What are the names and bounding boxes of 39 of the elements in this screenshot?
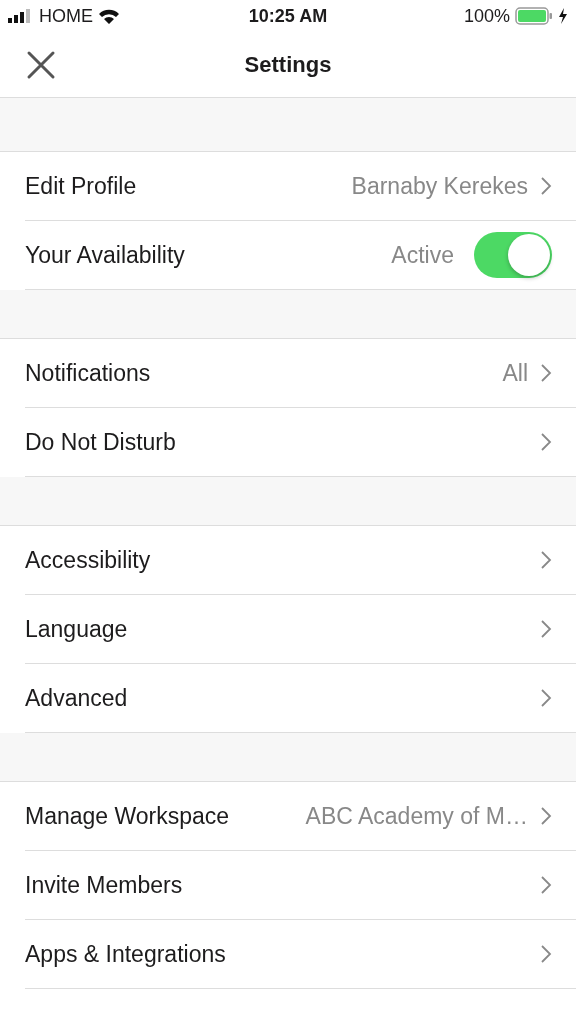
carrier-name: HOME — [39, 5, 93, 27]
settings-row[interactable]: Manage Workspace ABC Academy of M… — [25, 782, 576, 851]
row-label: Accessibility — [25, 546, 152, 574]
chevron-right-icon — [540, 944, 552, 964]
row-value: Active — [391, 241, 454, 269]
row-label: Invite Members — [25, 871, 184, 899]
chevron-right-icon — [540, 688, 552, 708]
settings-row[interactable]: Invite Members — [25, 851, 576, 920]
close-icon — [26, 49, 56, 80]
settings-row[interactable]: Accessibility — [25, 526, 576, 595]
chevron-right-icon — [540, 550, 552, 570]
row-label: Advanced — [25, 684, 129, 712]
settings-row[interactable]: Notifications All — [25, 339, 576, 408]
settings-row[interactable]: Apps & Integrations — [25, 920, 576, 989]
row-label: Do Not Disturb — [25, 428, 177, 456]
charging-bolt-icon — [558, 8, 568, 24]
chevron-right-icon — [540, 619, 552, 639]
chevron-right-icon — [540, 806, 552, 826]
wifi-icon — [98, 8, 120, 24]
availability-toggle[interactable] — [474, 232, 552, 278]
chevron-right-icon — [540, 875, 552, 895]
clock-time: 10:25 AM — [248, 5, 328, 27]
screen-title: Settings — [244, 51, 332, 78]
row-label: Your Availability — [25, 241, 186, 269]
row-label: Language — [25, 615, 129, 643]
row-label: Edit Profile — [25, 172, 138, 200]
settings-row[interactable]: Language — [25, 595, 576, 664]
row-label: Notifications — [25, 359, 152, 387]
row-label: Apps & Integrations — [25, 940, 227, 968]
chevron-right-icon — [540, 363, 552, 383]
row-value: ABC Academy of M… — [305, 802, 528, 830]
chevron-right-icon — [540, 176, 552, 196]
battery-percentage: 100% — [463, 5, 510, 27]
row-value: Barnaby Kerekes — [351, 172, 528, 200]
battery-icon — [515, 7, 553, 25]
settings-row[interactable]: Edit Profile Barnaby Kerekes — [25, 152, 576, 221]
row-label: Manage Workspace — [25, 802, 231, 830]
chevron-right-icon — [540, 432, 552, 452]
row-value: All — [502, 359, 528, 387]
